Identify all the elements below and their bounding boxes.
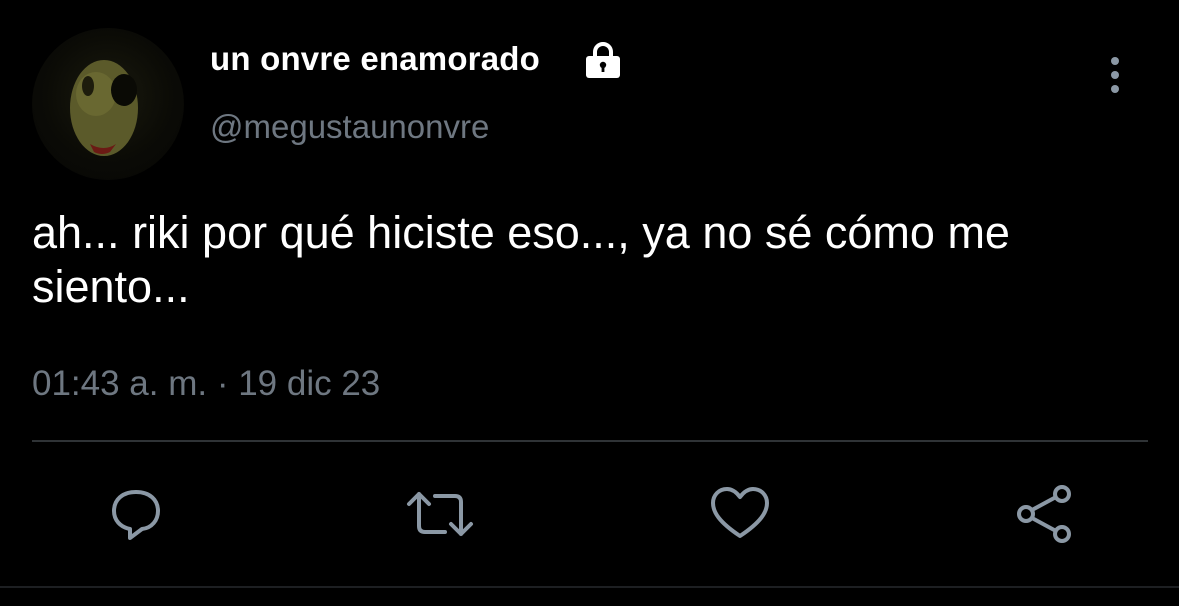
retweet-icon[interactable] xyxy=(402,476,478,552)
divider xyxy=(32,440,1148,442)
share-icon[interactable] xyxy=(1006,476,1082,552)
tweet-actions xyxy=(0,476,1179,556)
tweet-timestamp[interactable]: 01:43 a. m. · 19 dic 23 xyxy=(32,364,380,404)
avatar[interactable] xyxy=(32,28,184,180)
bottom-divider xyxy=(0,586,1179,588)
lock-icon xyxy=(583,40,623,80)
tweet-text: ah... riki por qué hiciste eso..., ya no… xyxy=(32,207,1010,312)
user-handle[interactable]: @megustaunonvre xyxy=(210,108,489,146)
avatar-face-image xyxy=(70,60,138,156)
heart-icon[interactable] xyxy=(702,476,778,552)
reply-icon[interactable] xyxy=(98,476,174,552)
tweet: un onvre enamorado @megustaunonvre ah...… xyxy=(0,0,1179,606)
display-name[interactable]: un onvre enamorado xyxy=(210,40,540,78)
more-vertical-icon[interactable] xyxy=(1098,52,1132,100)
